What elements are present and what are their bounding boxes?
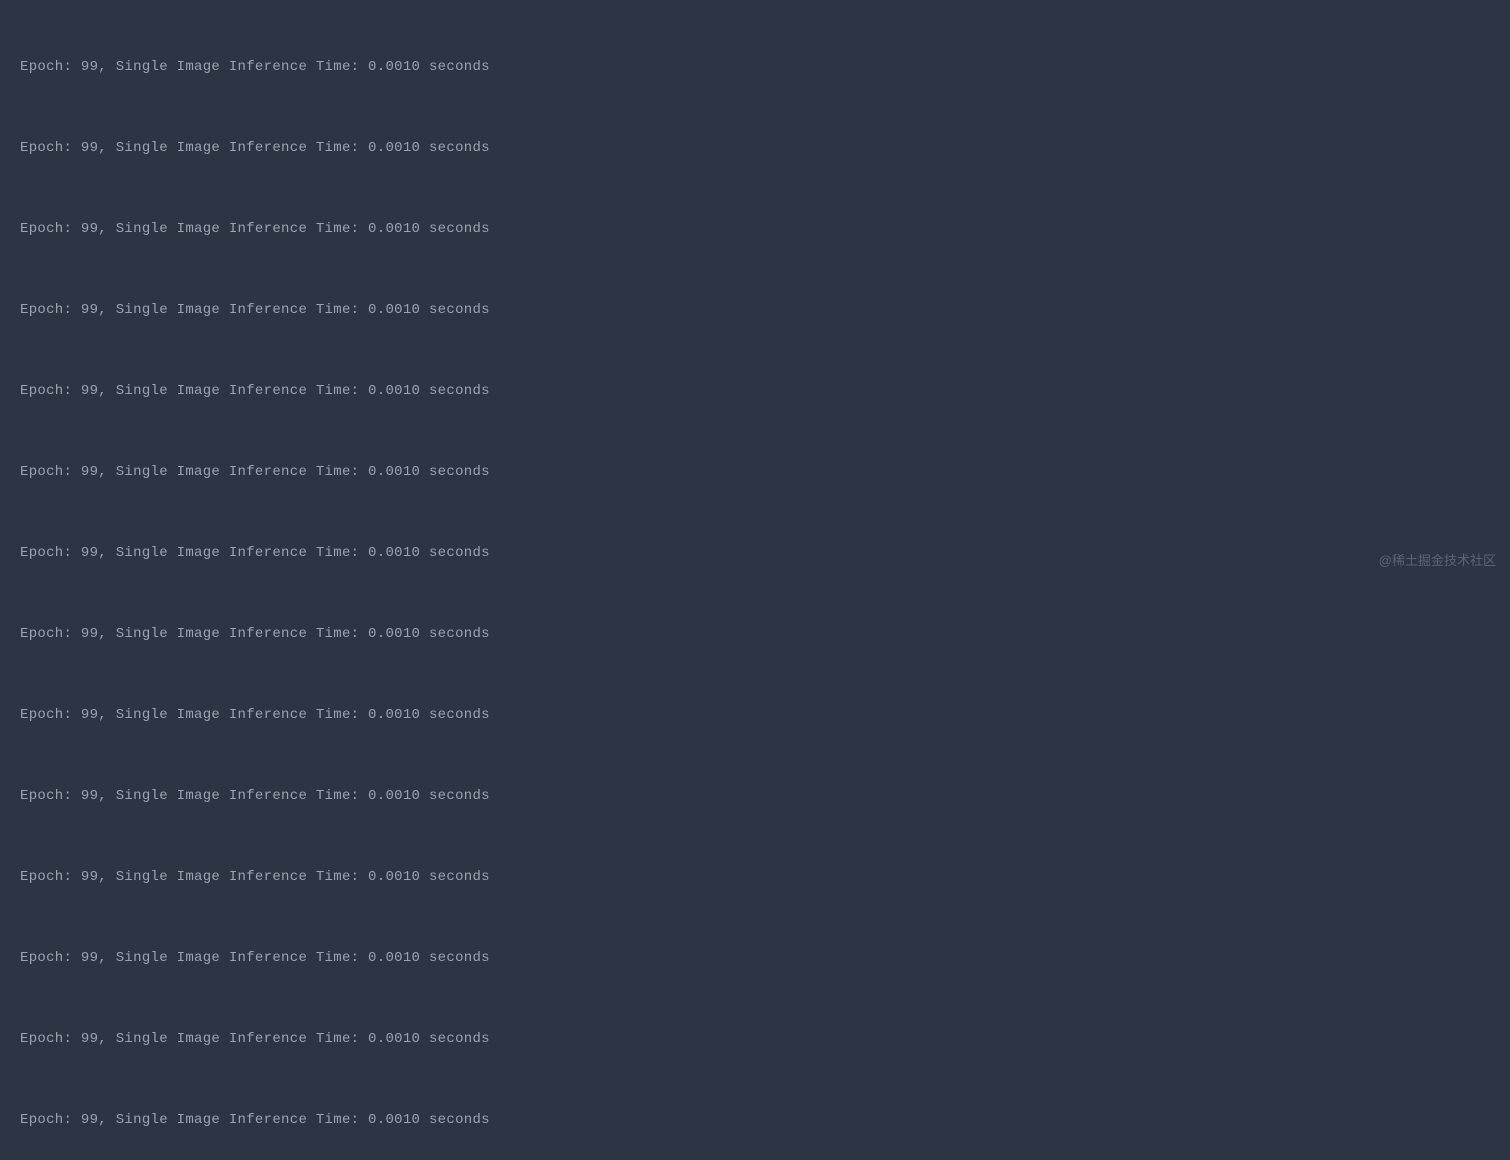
log-line: Epoch: 99, Single Image Inference Time: … — [20, 216, 1490, 243]
log-line: Epoch: 99, Single Image Inference Time: … — [20, 702, 1490, 729]
log-line: Epoch: 99, Single Image Inference Time: … — [20, 621, 1490, 648]
log-line: Epoch: 99, Single Image Inference Time: … — [20, 459, 1490, 486]
log-line: Epoch: 99, Single Image Inference Time: … — [20, 378, 1490, 405]
watermark-text: @稀土掘金技术社区 — [1379, 547, 1496, 574]
log-line: Epoch: 99, Single Image Inference Time: … — [20, 1107, 1490, 1134]
log-line: Epoch: 99, Single Image Inference Time: … — [20, 297, 1490, 324]
log-line: Epoch: 99, Single Image Inference Time: … — [20, 783, 1490, 810]
terminal-output: Epoch: 99, Single Image Inference Time: … — [20, 0, 1490, 1160]
log-line: Epoch: 99, Single Image Inference Time: … — [20, 135, 1490, 162]
log-line: Epoch: 99, Single Image Inference Time: … — [20, 54, 1490, 81]
log-line: Epoch: 99, Single Image Inference Time: … — [20, 1026, 1490, 1053]
log-line: Epoch: 99, Single Image Inference Time: … — [20, 864, 1490, 891]
log-line: Epoch: 99, Single Image Inference Time: … — [20, 540, 1490, 567]
log-line: Epoch: 99, Single Image Inference Time: … — [20, 945, 1490, 972]
